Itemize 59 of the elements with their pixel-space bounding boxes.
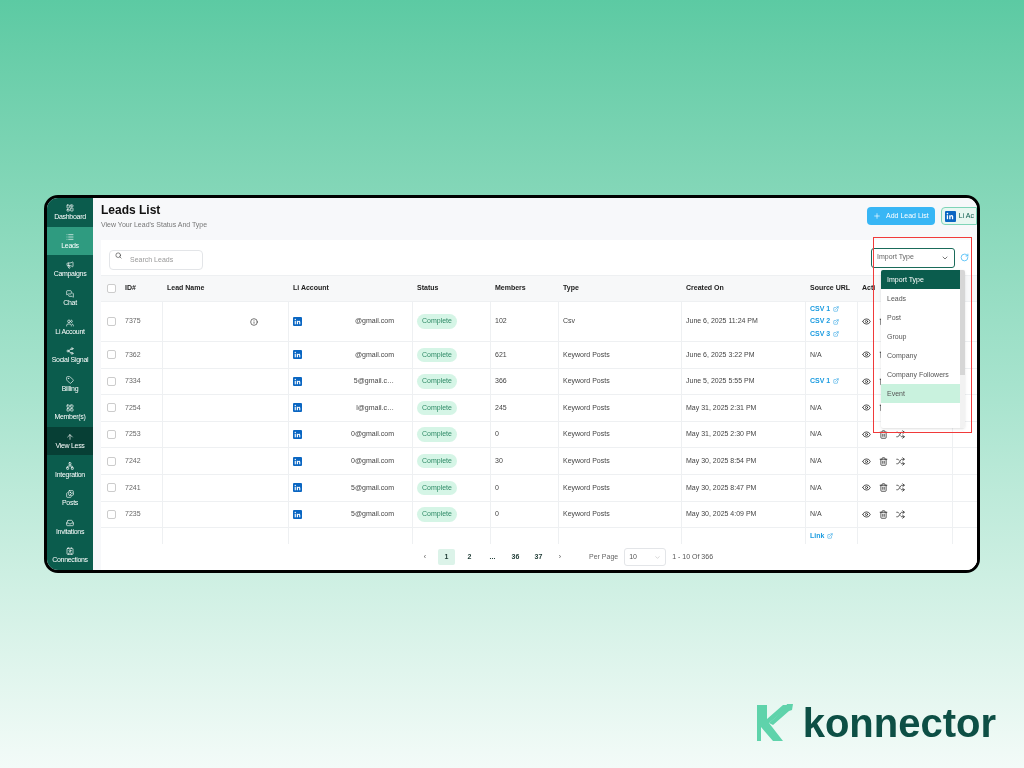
view-icon[interactable]	[862, 430, 871, 440]
plus-icon	[873, 212, 881, 220]
linkedin-icon	[293, 376, 302, 386]
info-icon[interactable]	[250, 317, 258, 326]
sidebar-item-icon	[66, 347, 74, 356]
view-icon[interactable]	[862, 350, 871, 360]
view-icon[interactable]	[862, 317, 871, 326]
external-link-icon	[833, 306, 840, 312]
shuffle-icon[interactable]	[896, 456, 905, 466]
row-checkbox[interactable]	[106, 509, 116, 519]
sidebar-item-icon	[66, 204, 74, 213]
external-link-icon	[833, 378, 840, 385]
sidebar-item-icon	[66, 318, 74, 327]
sidebar-item-icon	[66, 490, 74, 499]
linkedin-icon	[293, 350, 302, 360]
linkedin-icon	[293, 509, 302, 519]
view-icon[interactable]	[862, 403, 871, 413]
row-checkbox[interactable]	[106, 317, 116, 326]
row-checkbox[interactable]	[106, 456, 116, 466]
sidebar-item-icon	[66, 261, 74, 270]
external-link-icon	[833, 318, 840, 325]
select-all-checkbox[interactable]	[106, 284, 116, 293]
page-title: Leads List	[101, 203, 162, 218]
sidebar-item-icon	[66, 232, 74, 241]
view-icon[interactable]	[862, 483, 871, 493]
shuffle-icon[interactable]	[896, 509, 905, 519]
linkedin-icon	[293, 483, 302, 493]
view-icon[interactable]	[862, 456, 871, 466]
sidebar-item-icon	[66, 290, 74, 299]
chevron-down-icon	[654, 553, 662, 561]
delete-icon[interactable]	[879, 509, 888, 519]
sidebar-item-icon	[66, 404, 74, 413]
delete-icon[interactable]	[879, 456, 888, 466]
linkedin-icon	[293, 430, 302, 440]
shuffle-icon[interactable]	[896, 430, 905, 440]
row-checkbox[interactable]	[106, 403, 116, 413]
row-checkbox[interactable]	[106, 376, 116, 386]
linkedin-icon	[293, 456, 302, 466]
search-icon	[115, 251, 122, 259]
external-link-icon	[827, 533, 834, 540]
delete-icon[interactable]	[879, 483, 888, 493]
view-icon[interactable]	[862, 509, 871, 519]
row-checkbox[interactable]	[106, 350, 116, 360]
external-link-icon	[833, 331, 840, 337]
linkedin-icon	[293, 317, 302, 326]
sidebar-item-icon	[66, 461, 74, 470]
linkedin-icon	[944, 210, 956, 222]
sidebar-item-icon	[66, 547, 74, 556]
delete-icon[interactable]	[879, 430, 888, 440]
sidebar-item-icon	[66, 433, 74, 442]
row-checkbox[interactable]	[106, 430, 116, 440]
shuffle-icon[interactable]	[896, 483, 905, 493]
sidebar-item-icon	[66, 375, 74, 384]
sidebar-item-icon	[66, 518, 74, 527]
view-icon[interactable]	[862, 376, 871, 386]
linkedin-icon	[293, 403, 302, 413]
row-checkbox[interactable]	[106, 483, 116, 493]
brand-name: konnector	[802, 703, 996, 743]
brand-logo-icon	[754, 703, 795, 743]
